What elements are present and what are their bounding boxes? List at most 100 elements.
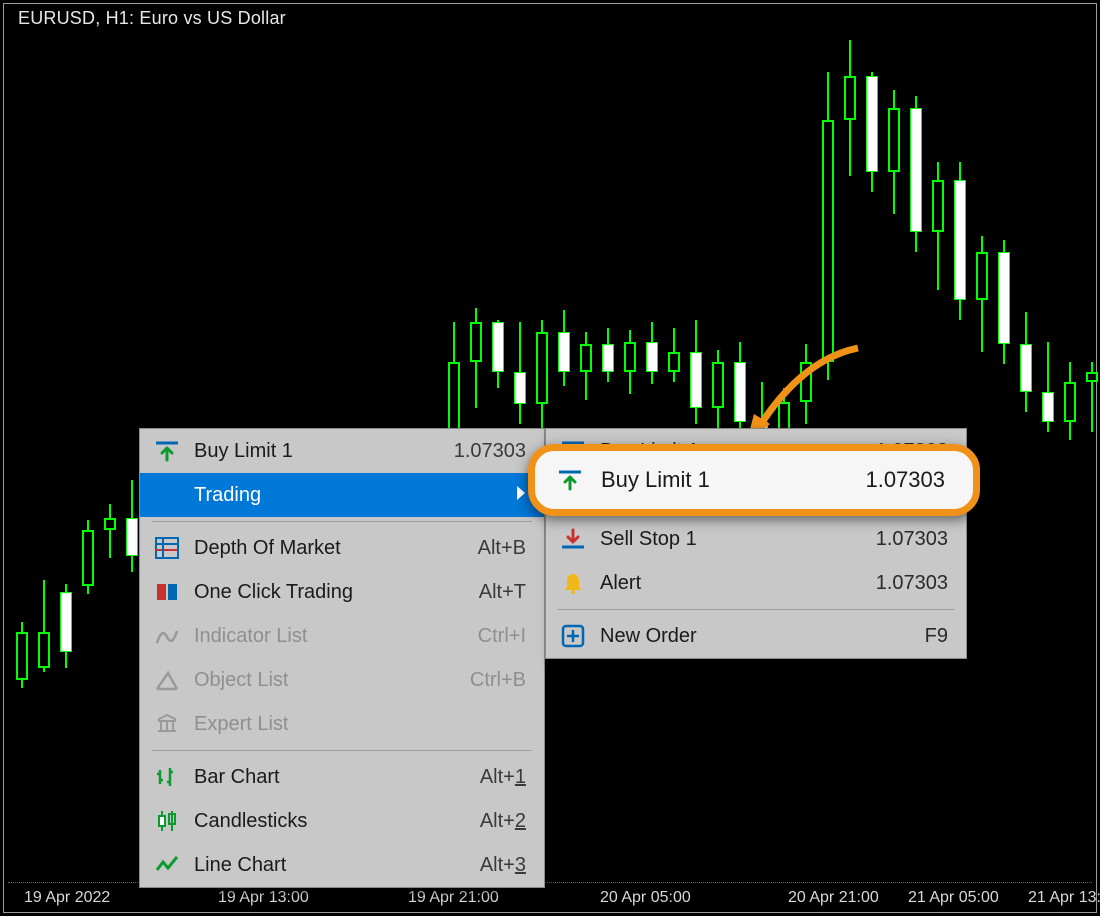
submenu-item[interactable]: New Order F9 xyxy=(546,614,966,658)
candle xyxy=(932,162,944,290)
candle xyxy=(800,344,812,424)
candle xyxy=(492,320,504,388)
candle-icon xyxy=(152,806,182,836)
menu-label: Depth Of Market xyxy=(194,537,448,560)
menu-item: Expert List xyxy=(140,702,544,746)
candle xyxy=(1020,312,1032,412)
indicator-icon xyxy=(152,621,182,651)
menu-separator xyxy=(152,521,532,522)
menu-separator xyxy=(558,609,954,610)
menu-item[interactable]: Trading xyxy=(140,473,544,517)
x-tick: 21 Apr 05:00 xyxy=(908,889,999,907)
candle xyxy=(38,580,50,672)
menu-label: Candlesticks xyxy=(194,810,450,833)
candle xyxy=(1064,362,1076,440)
candle xyxy=(1086,362,1098,432)
menu-item[interactable]: Candlesticks Alt+2 xyxy=(140,799,544,843)
candle xyxy=(910,96,922,252)
menu-label: Buy Limit 1 xyxy=(194,440,424,463)
menu-shortcut: Alt+B xyxy=(478,537,526,560)
menu-label: One Click Trading xyxy=(194,581,449,604)
menu-item[interactable]: Line Chart Alt+3 xyxy=(140,843,544,887)
x-tick: 21 Apr 13:00 xyxy=(1028,889,1100,907)
menu-item[interactable]: Bar Chart Alt+1 xyxy=(140,755,544,799)
depth-icon xyxy=(152,533,182,563)
menu-label: Line Chart xyxy=(194,854,450,877)
line-chart-icon xyxy=(152,850,182,880)
menu-value: 1.07303 xyxy=(454,440,526,463)
candle xyxy=(668,328,680,382)
expert-icon xyxy=(152,709,182,739)
bar-chart-icon xyxy=(152,762,182,792)
submenu-label: New Order xyxy=(600,625,885,648)
buy-limit-highlight[interactable]: Buy Limit 1 1.07303 xyxy=(528,444,980,516)
buy-limit-icon xyxy=(152,436,182,466)
x-tick: 20 Apr 05:00 xyxy=(600,889,691,907)
candle xyxy=(624,330,636,394)
candle xyxy=(734,342,746,434)
new-order-icon xyxy=(558,621,588,651)
buy-limit-icon xyxy=(555,465,585,495)
buy-limit-value: 1.07303 xyxy=(865,467,945,493)
blank-icon xyxy=(152,480,182,510)
candle xyxy=(536,320,548,440)
candle xyxy=(82,520,94,594)
context-menu[interactable]: Buy Limit 1 1.07303 Trading Depth Of Market… xyxy=(139,428,545,888)
submenu-value: 1.07303 xyxy=(876,528,948,551)
candle xyxy=(602,328,614,382)
chart-title: EURUSD, H1: Euro vs US Dollar xyxy=(18,8,286,29)
candle xyxy=(126,480,138,572)
x-tick: 19 Apr 21:00 xyxy=(408,889,499,907)
menu-shortcut: Alt+2 xyxy=(480,810,526,833)
menu-shortcut: Alt+T xyxy=(479,581,526,604)
oneclick-icon xyxy=(152,577,182,607)
candle xyxy=(580,332,592,400)
candle xyxy=(1042,342,1054,432)
menu-shortcut: Alt+1 xyxy=(480,766,526,789)
candle xyxy=(104,504,116,558)
menu-separator xyxy=(152,750,532,751)
candle xyxy=(998,240,1010,364)
candle xyxy=(888,90,900,214)
menu-label: Object List xyxy=(194,669,440,692)
submenu-item[interactable]: Alert 1.07303 xyxy=(546,561,966,605)
menu-shortcut: Ctrl+I xyxy=(478,625,526,648)
menu-item: Object List Ctrl+B xyxy=(140,658,544,702)
alert-icon xyxy=(558,568,588,598)
candle xyxy=(844,40,856,176)
submenu-label: Sell Stop 1 xyxy=(600,528,836,551)
x-tick: 19 Apr 2022 xyxy=(24,889,110,907)
candle xyxy=(646,322,658,384)
menu-label: Expert List xyxy=(194,713,526,736)
candle xyxy=(448,322,460,442)
object-icon xyxy=(152,665,182,695)
submenu-label: Alert xyxy=(600,572,836,595)
candle xyxy=(866,72,878,192)
menu-label: Bar Chart xyxy=(194,766,450,789)
menu-label: Trading xyxy=(194,484,496,507)
menu-item[interactable]: One Click Trading Alt+T xyxy=(140,570,544,614)
menu-shortcut: Ctrl+B xyxy=(470,669,526,692)
menu-item[interactable]: Depth Of Market Alt+B xyxy=(140,526,544,570)
candle xyxy=(976,236,988,352)
submenu-value: 1.07303 xyxy=(876,572,948,595)
candle xyxy=(16,622,28,688)
buy-limit-label: Buy Limit 1 xyxy=(601,467,805,493)
submenu-value: F9 xyxy=(925,625,948,648)
candle xyxy=(690,320,702,424)
submenu-item[interactable]: Sell Stop 1 1.07303 xyxy=(546,517,966,561)
menu-shortcut: Alt+3 xyxy=(480,854,526,877)
candle xyxy=(470,308,482,408)
candle xyxy=(822,72,834,380)
menu-item: Indicator List Ctrl+I xyxy=(140,614,544,658)
x-tick: 19 Apr 13:00 xyxy=(218,889,309,907)
candle xyxy=(954,162,966,320)
menu-item[interactable]: Buy Limit 1 1.07303 xyxy=(140,429,544,473)
submenu-arrow-icon xyxy=(516,484,526,507)
candle xyxy=(558,310,570,386)
candle xyxy=(514,322,526,424)
sell-stop-icon xyxy=(558,524,588,554)
candle xyxy=(60,584,72,668)
menu-label: Indicator List xyxy=(194,625,448,648)
x-tick: 20 Apr 21:00 xyxy=(788,889,879,907)
